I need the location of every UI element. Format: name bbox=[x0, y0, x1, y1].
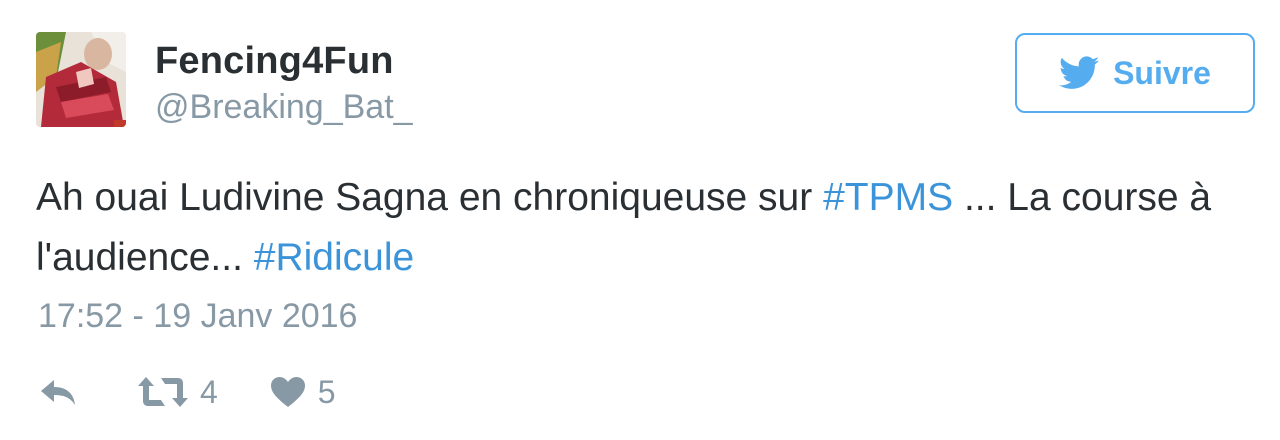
retweet-count: 4 bbox=[200, 373, 218, 410]
reply-icon bbox=[38, 377, 78, 407]
heart-icon bbox=[270, 376, 306, 408]
like-count: 5 bbox=[317, 373, 336, 410]
follow-button[interactable]: Suivre bbox=[1015, 33, 1255, 113]
twitter-bird-icon bbox=[1059, 56, 1100, 90]
avatar[interactable] bbox=[36, 32, 126, 127]
avatar-image bbox=[36, 32, 126, 127]
tweet-card: Fencing4Fun @Breaking_Bat_ Suivre Ah oua… bbox=[0, 0, 1280, 440]
tweet-text: Ah ouai Ludivine Sagna en chroniqueuse s… bbox=[36, 168, 1236, 288]
retweet-button[interactable]: 4 bbox=[138, 374, 218, 411]
tweet-actions: 4 5 bbox=[38, 368, 336, 416]
user-handle[interactable]: @Breaking_Bat_ bbox=[155, 88, 413, 127]
follow-label: Suivre bbox=[1113, 54, 1211, 91]
hashtag-link[interactable]: #TPMS bbox=[823, 176, 953, 219]
like-button[interactable]: 5 bbox=[270, 374, 336, 411]
display-name[interactable]: Fencing4Fun bbox=[155, 40, 394, 83]
retweet-icon bbox=[138, 375, 188, 409]
hashtag-link[interactable]: #Ridicule bbox=[254, 236, 414, 279]
reply-button[interactable] bbox=[38, 377, 80, 407]
tweet-text-part: Ah ouai Ludivine Sagna en chroniqueuse s… bbox=[36, 176, 824, 219]
tweet-timestamp[interactable]: 17:52 - 19 Janv 2016 bbox=[38, 297, 357, 336]
